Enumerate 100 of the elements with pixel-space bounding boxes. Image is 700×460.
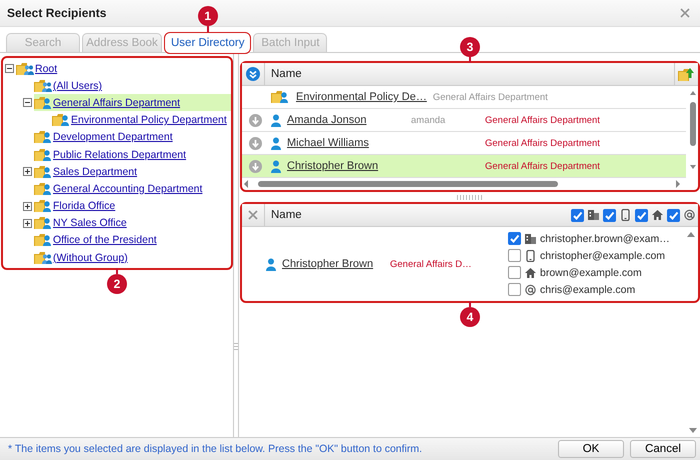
tree-link[interactable]: Public Relations Department <box>53 148 186 161</box>
tree-item[interactable]: Office of the President <box>34 232 231 249</box>
tree-link[interactable]: NY Sales Office <box>53 217 127 230</box>
email-address: christopher.brown@exam… <box>540 232 670 244</box>
column-header: Name <box>270 68 303 80</box>
close-icon[interactable] <box>680 8 690 18</box>
department-text: General Affairs Department <box>432 92 548 102</box>
callout-badge: 3 <box>460 37 480 57</box>
name-link[interactable]: Environmental Policy De… <box>296 91 427 103</box>
column-header: Name <box>270 209 303 221</box>
checkbox[interactable] <box>508 249 521 262</box>
expand-icon[interactable] <box>23 218 32 228</box>
name-link[interactable]: Christopher Brown <box>287 160 378 172</box>
person-icon <box>271 160 281 172</box>
expand-icon[interactable] <box>23 202 32 211</box>
tree-item[interactable]: Public Relations Department <box>34 146 231 164</box>
folder-user-icon <box>34 148 53 162</box>
collapse-icon[interactable] <box>23 98 32 108</box>
person-icon <box>271 114 281 126</box>
house-icon <box>652 209 663 221</box>
folder-users-icon <box>34 250 53 265</box>
tree-link[interactable]: (All Users) <box>53 80 102 92</box>
email-address: brown@example.com <box>540 266 642 278</box>
tree-item[interactable]: Environmental Policy Department <box>52 112 237 129</box>
tree-link[interactable]: Sales Department <box>53 166 138 178</box>
person-icon <box>266 258 276 270</box>
tree-item[interactable]: NY Sales Office <box>34 214 231 232</box>
at-sign-icon <box>525 284 536 296</box>
callout-badge: 2 <box>107 274 127 294</box>
name-link[interactable]: Christopher Brown <box>282 258 374 270</box>
folder-user-icon <box>271 90 290 104</box>
folder-users-icon <box>34 78 53 93</box>
mobile-phone-icon <box>620 209 631 221</box>
folder-user-icon <box>34 96 53 110</box>
tree-item[interactable]: General Affairs Department <box>34 94 231 112</box>
folder-up-icon <box>678 66 695 82</box>
remove-all-icon[interactable] <box>248 210 258 220</box>
at-sign-icon <box>684 209 695 221</box>
checkbox[interactable] <box>508 232 521 245</box>
tree-link[interactable]: Office of the President <box>53 234 157 246</box>
folder-user-icon <box>34 130 53 144</box>
folder-user-icon <box>34 233 53 248</box>
name-link[interactable]: Amanda Jonson <box>287 114 366 126</box>
tree-link[interactable]: Development Department <box>53 131 173 144</box>
folder-users-icon <box>16 62 35 76</box>
tree-link[interactable]: (Without Group) <box>53 252 128 264</box>
window-title: Select Recipients <box>7 6 106 20</box>
checkbox[interactable] <box>635 208 648 222</box>
tree-item[interactable]: (All Users) <box>34 77 231 94</box>
department-text: General Affairs D… <box>390 258 473 270</box>
folder-user-icon <box>52 113 71 128</box>
checkbox[interactable] <box>603 208 616 222</box>
login-text: amanda <box>411 114 446 126</box>
department-text: General Affairs Department <box>485 160 600 172</box>
ok-button[interactable]: OK <box>558 440 624 458</box>
cancel-button[interactable]: Cancel <box>630 440 696 458</box>
tree-link[interactable]: Florida Office <box>53 200 116 212</box>
email-address: chris@example.com <box>540 284 636 296</box>
tree-item[interactable]: Florida Office <box>34 198 231 215</box>
house-icon <box>525 266 536 278</box>
list-row[interactable]: Christopher Brown General Affairs Department <box>242 155 686 178</box>
checkbox[interactable] <box>508 266 521 279</box>
building-icon <box>525 232 536 244</box>
add-all-icon <box>246 67 260 81</box>
tree-link[interactable]: General Affairs Department <box>53 96 180 109</box>
mobile-phone-icon <box>525 250 536 262</box>
tree-item[interactable]: Root <box>16 60 231 78</box>
hint-text: * The items you selected are displayed in the list below. Press the "OK" button to confirm. <box>8 443 422 455</box>
department-text: General Affairs Department <box>485 114 600 126</box>
scroll-up-icon <box>686 230 696 238</box>
tree-link[interactable]: Root <box>35 62 58 75</box>
tree-link[interactable]: General Accounting Department <box>53 182 202 195</box>
person-icon <box>271 136 281 150</box>
expand-icon[interactable] <box>23 167 32 176</box>
list-row[interactable]: Environmental Policy De… General Affairs Department <box>242 86 686 109</box>
tree-link[interactable]: Environmental Policy Department <box>71 114 227 126</box>
add-down-icon <box>248 114 262 126</box>
add-down-icon <box>248 136 262 150</box>
collapse-icon[interactable] <box>5 64 14 74</box>
folder-user-icon <box>34 182 53 196</box>
checkbox[interactable] <box>571 208 584 222</box>
checkbox[interactable] <box>667 208 680 222</box>
list-row[interactable]: Amanda Jonson amanda General Affairs Department <box>242 109 686 132</box>
scroll-down-icon <box>688 427 698 435</box>
folder-user-icon <box>34 216 53 230</box>
tab[interactable]: User Directory <box>164 32 252 54</box>
folder-user-icon <box>34 199 53 214</box>
tree-item[interactable]: (Without Group) <box>34 249 231 266</box>
callout-badge: 4 <box>460 307 480 327</box>
tree-item[interactable]: General Accounting Department <box>34 180 231 198</box>
checkbox[interactable] <box>508 283 521 296</box>
department-text: General Affairs Department <box>485 138 600 148</box>
tree-item[interactable]: Sales Department <box>34 163 231 180</box>
splitter-handle[interactable] <box>457 195 483 200</box>
splitter-handle[interactable] <box>234 343 238 351</box>
name-link[interactable]: Michael Williams <box>287 137 369 149</box>
folder-user-icon <box>34 164 53 179</box>
email-address: christopher@example.com <box>540 250 666 262</box>
tree-item[interactable]: Development Department <box>34 128 231 146</box>
building-icon <box>588 209 599 221</box>
